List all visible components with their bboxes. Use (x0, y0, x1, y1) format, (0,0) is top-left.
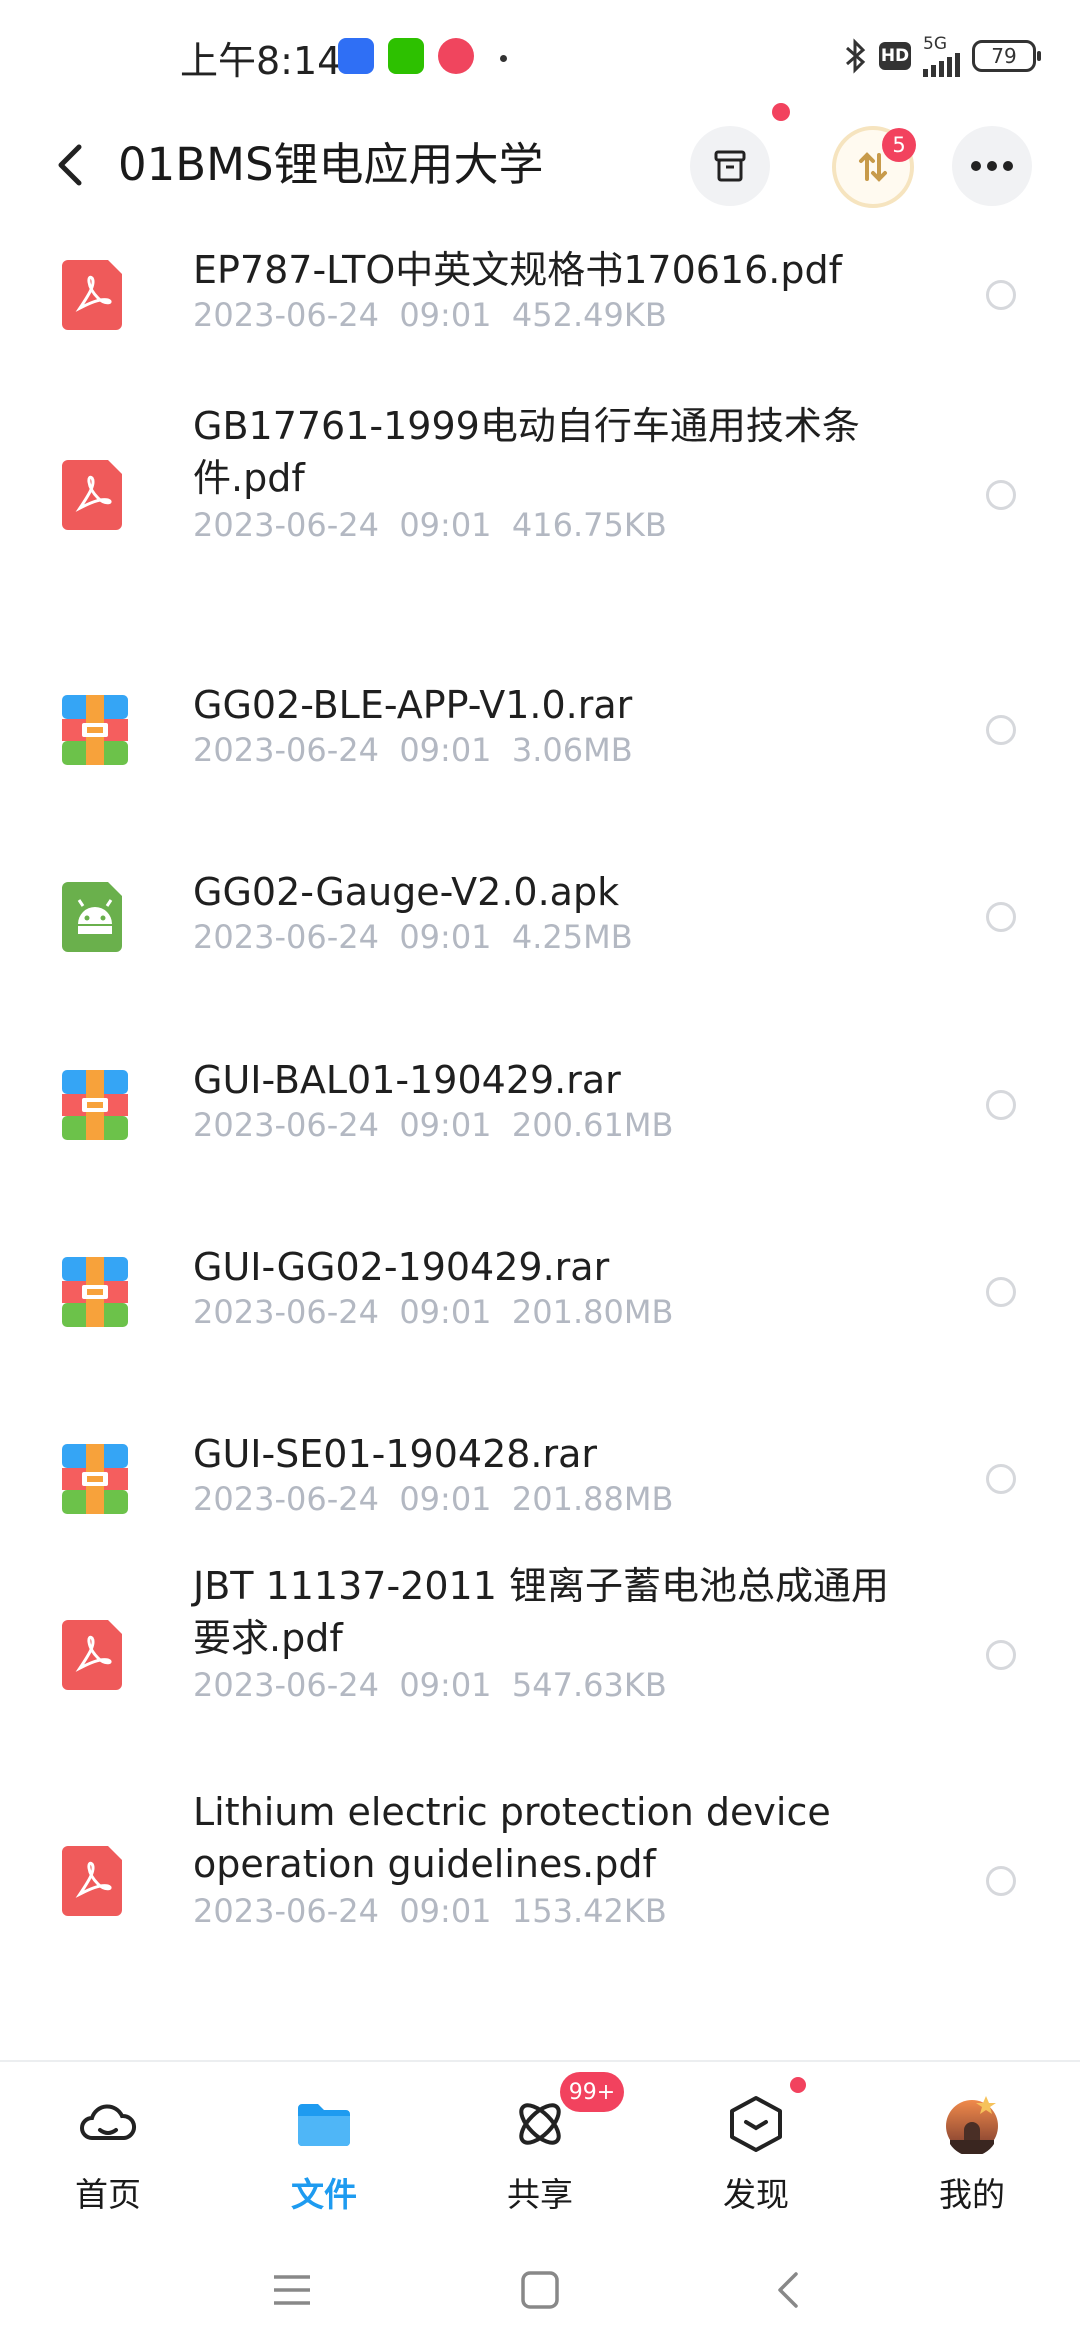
back-button[interactable] (40, 135, 100, 195)
network-type: 5G (923, 33, 947, 54)
file-row[interactable]: GG02-Gauge-V2.0.apk 2023-06-24 09:01 4.2… (0, 870, 1080, 1042)
select-radio[interactable] (986, 1277, 1016, 1307)
file-name: GB17761-1999电动自行车通用技术条件.pdf (193, 404, 860, 500)
archive-icon (62, 1070, 128, 1140)
select-radio[interactable] (986, 280, 1016, 310)
select-radio[interactable] (986, 480, 1016, 510)
file-name: Lithium electric protection device opera… (193, 1790, 831, 1886)
nav-home[interactable]: 首页 (38, 2062, 178, 2242)
baidu-app-icon (338, 38, 374, 74)
menu-lines-icon (274, 2275, 310, 2305)
file-name: GUI-BAL01-190429.rar (193, 1058, 621, 1102)
file-name: JBT 11137-2011 锂离子蓄电池总成通用要求.pdf (193, 1564, 889, 1660)
archive-icon (62, 1444, 128, 1514)
file-row[interactable]: JBT 11137-2011 锂离子蓄电池总成通用要求.pdf 2023-06-… (0, 1564, 1080, 1800)
home-button[interactable] (510, 2260, 570, 2320)
discover-notification-dot (790, 2077, 806, 2093)
status-time: 上午8:14 (180, 39, 342, 83)
bottom-nav: 首页 文件 共享 发现 我的 (0, 2060, 1080, 2242)
nav-files[interactable]: 文件 (254, 2062, 394, 2242)
select-radio[interactable] (986, 902, 1016, 932)
file-row[interactable]: GUI-BAL01-190429.rar 2023-06-24 09:01 20… (0, 1058, 1080, 1230)
nav-label: 文件 (291, 2175, 357, 2214)
discover-icon (730, 2096, 782, 2152)
pdf-icon (62, 1846, 122, 1916)
file-row[interactable]: EP787-LTO中英文规格书170616.pdf 2023-06-24 09:… (0, 248, 1080, 420)
nav-label: 共享 (507, 2175, 573, 2214)
file-name: GUI-SE01-190428.rar (193, 1432, 598, 1476)
video-app-icon (438, 38, 474, 74)
file-name: GUI-GG02-190429.rar (193, 1245, 610, 1289)
hd-icon: HD (879, 42, 911, 70)
nav-discover[interactable]: 发现 (686, 2062, 826, 2242)
file-meta: 2023-06-24 09:01 153.42KB (193, 1892, 667, 1930)
file-meta: 2023-06-24 09:01 416.75KB (193, 506, 667, 544)
square-icon (521, 2271, 559, 2309)
android-apk-icon (62, 882, 122, 952)
nav-label: 发现 (723, 2175, 789, 2214)
recycle-box-button[interactable] (690, 126, 770, 206)
file-meta: 2023-06-24 09:01 3.06MB (193, 731, 633, 769)
file-meta: 2023-06-24 09:01 201.88MB (193, 1480, 674, 1518)
nav-label: 首页 (75, 2175, 141, 2214)
wechat-icon (388, 38, 424, 74)
file-meta: 2023-06-24 09:01 201.80MB (193, 1293, 674, 1331)
box-icon (714, 150, 746, 182)
header-bar: 01BMS锂电应用大学 (0, 110, 1080, 220)
file-meta: 2023-06-24 09:01 452.49KB (193, 296, 667, 334)
select-radio[interactable] (986, 1866, 1016, 1896)
notification-dot (772, 103, 790, 121)
file-name: GG02-Gauge-V2.0.apk (193, 870, 620, 914)
pdf-icon (62, 1620, 122, 1690)
archive-icon (62, 1257, 128, 1327)
status-bar: 上午8:14 HD 5G 79 (0, 0, 1080, 110)
cloud-home-icon (80, 2104, 137, 2140)
file-name: EP787-LTO中英文规格书170616.pdf (193, 248, 842, 292)
battery-icon: 79 (972, 40, 1041, 72)
nav-label: 我的 (939, 2175, 1005, 2214)
recent-apps-button[interactable] (262, 2260, 322, 2320)
file-meta: 2023-06-24 09:01 200.61MB (193, 1106, 674, 1144)
avatar-icon (946, 2096, 998, 2154)
select-radio[interactable] (986, 715, 1016, 745)
back-triangle-icon (778, 2272, 798, 2308)
file-row[interactable]: Lithium electric protection device opera… (0, 1790, 1080, 2026)
signal-icon: 5G (923, 33, 960, 77)
archive-icon (62, 695, 128, 765)
select-radio[interactable] (986, 1640, 1016, 1670)
more-options-button[interactable] (952, 126, 1032, 206)
share-count-badge: 99+ (560, 2072, 624, 2112)
share-icon (519, 2103, 561, 2145)
file-meta: 2023-06-24 09:01 547.63KB (193, 1666, 667, 1704)
more-notifications-dot (500, 55, 507, 62)
file-name: GG02-BLE-APP-V1.0.rar (193, 683, 633, 727)
page-title: 01BMS锂电应用大学 (118, 138, 544, 191)
file-row[interactable]: GUI-GG02-190429.rar 2023-06-24 09:01 201… (0, 1245, 1080, 1417)
more-dots-icon (971, 161, 1013, 171)
file-row[interactable]: GG02-BLE-APP-V1.0.rar 2023-06-24 09:01 3… (0, 683, 1080, 855)
select-radio[interactable] (986, 1090, 1016, 1120)
folder-icon (298, 2104, 350, 2146)
select-radio[interactable] (986, 1464, 1016, 1494)
chevron-left-icon (58, 144, 82, 186)
bluetooth-icon (846, 38, 866, 74)
system-nav-bar (0, 2240, 1080, 2340)
system-back-button[interactable] (758, 2260, 818, 2320)
nav-me[interactable]: 我的 (902, 2062, 1042, 2242)
file-meta: 2023-06-24 09:01 4.25MB (193, 918, 633, 956)
file-row[interactable]: GB17761-1999电动自行车通用技术条件.pdf 2023-06-24 0… (0, 404, 1080, 640)
pdf-icon (62, 260, 122, 330)
transfer-count-badge: 5 (882, 128, 916, 162)
pdf-icon (62, 460, 122, 530)
